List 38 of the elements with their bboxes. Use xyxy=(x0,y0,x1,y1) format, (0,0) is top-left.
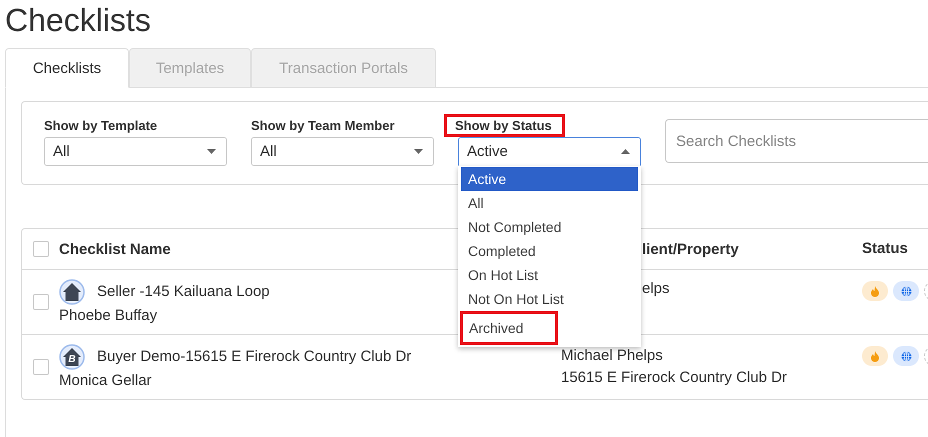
house-icon xyxy=(59,279,85,305)
checkbox[interactable] xyxy=(33,241,49,257)
house-icon: B xyxy=(59,344,85,370)
checklist-name: Seller -145 Kailuana Loop xyxy=(97,282,270,302)
search-field[interactable]: Search Checklists xyxy=(665,119,928,163)
owner-name: Phoebe Buffay xyxy=(59,306,158,326)
checkbox[interactable] xyxy=(33,359,49,375)
dropdown-option[interactable]: Active xyxy=(461,167,638,191)
property-address: 15615 E Firerock Country Club Dr xyxy=(561,368,788,388)
select-field[interactable]: Active xyxy=(458,137,641,166)
caret-icon xyxy=(621,149,630,154)
caret-icon xyxy=(414,149,423,154)
dropdown-option[interactable]: All xyxy=(461,191,638,215)
checkbox[interactable] xyxy=(33,294,49,310)
filter-label: Show by Team Member xyxy=(250,117,396,135)
column-header: Checklist Name xyxy=(59,240,171,258)
select-field[interactable]: All xyxy=(251,137,434,166)
filter-label: Show by Template xyxy=(43,117,158,135)
checklist-name: Buyer Demo-15615 E Firerock Country Club Dr xyxy=(97,347,412,367)
dropdown-option[interactable]: On Hot List xyxy=(461,263,638,287)
dropdown-option[interactable]: Completed xyxy=(461,239,638,263)
column-header: Status xyxy=(862,240,908,257)
dropdown-option[interactable]: Archived xyxy=(460,311,558,345)
client-name: elps xyxy=(642,279,671,299)
owner-name: Monica Gellar xyxy=(59,371,152,391)
globe-icon[interactable] xyxy=(893,281,919,301)
fire-icon[interactable] xyxy=(862,281,888,301)
globe-icon[interactable] xyxy=(893,346,919,366)
client-name: Michael Phelps xyxy=(561,346,664,366)
page-title: Checklists xyxy=(4,1,152,40)
dropdown-option[interactable]: Not On Hot List xyxy=(461,287,638,311)
filter-label: Show by Status xyxy=(444,114,565,137)
select-field[interactable]: All xyxy=(44,137,227,166)
column-header: lient/Property xyxy=(642,240,740,258)
fire-icon[interactable] xyxy=(862,346,888,366)
tab[interactable]: Checklists xyxy=(5,48,129,88)
caret-icon xyxy=(207,149,216,154)
dropdown-option[interactable]: Not Completed xyxy=(461,215,638,239)
